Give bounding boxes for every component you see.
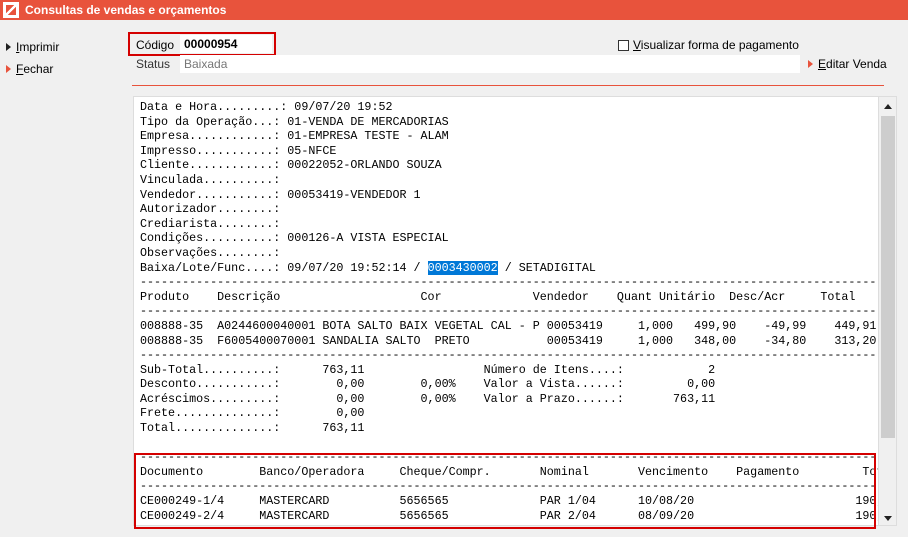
report-line: Data e Hora.........: 09/07/20 19:52 [140,100,393,114]
report-text: Data e Hora.........: 09/07/20 19:52 Tipo… [134,97,896,523]
dash-separator: ----------------------------------------… [140,450,896,465]
close-button[interactable]: Fechar [6,62,53,76]
report-line: Impresso...........: 05-NFCE [140,143,337,158]
status-label: Status [136,57,171,71]
report-line: Empresa............: 01-EMPRESA TESTE - … [140,129,449,144]
report-line: Autorizador........: [140,202,288,217]
dash-separator: ----------------------------------------… [140,275,896,290]
report-line: Vinculada..........: [140,172,288,187]
report-line: Observações........: [140,245,288,260]
report-line: Condições..........: 000126-A VISTA ESPE… [140,231,449,246]
print-button[interactable]: Imprimir [6,40,59,54]
payment-form-label: Visualizar forma de pagamento [633,38,799,52]
dash-separator: ----------------------------------------… [140,348,896,363]
print-label: Imprimir [16,40,60,54]
chevron-up-icon [884,103,892,109]
arrow-right-icon [6,65,11,73]
totals-row: Desconto...........: 0,00 0,00% Valor a … [140,377,716,392]
scroll-up-button[interactable] [880,98,896,114]
totals-row: Sub-Total..........: 763,11 Número de It… [140,362,716,377]
code-field[interactable]: 00000954 [180,35,272,53]
report-line: Crediarista........: [140,216,288,231]
product-row: 008888-35 F6005400070001 SANDALIA SALTO … [140,333,877,348]
checkbox-icon[interactable] [618,39,629,51]
dash-separator: ----------------------------------------… [140,479,896,494]
arrow-right-icon [808,60,813,68]
product-row: 008888-35 A0244600040001 BOTA SALTO BAIX… [140,318,877,333]
report-line-baixa: Baixa/Lote/Func....: 09/07/20 19:52:14 /… [140,260,596,275]
payments-header: Documento Banco/Operadora Cheque/Compr. … [140,464,897,479]
code-label: Código [136,38,175,52]
window-title: Consultas de vendas e orçamentos [25,3,227,17]
separator [132,85,884,86]
totals-row: Acréscimos.........: 0,00 0,00% Valor a … [140,391,716,406]
totals-row: Frete..............: 0,00 [140,406,365,421]
payment-form-checkbox[interactable]: Visualizar forma de pagamento [618,38,799,52]
payment-row: CE000249-2/4 MASTERCARD 5656565 PAR 2/04… [140,508,897,523]
edit-sale-label: Editar Venda [818,57,887,71]
vertical-scrollbar[interactable] [878,97,896,525]
title-bar: Consultas de vendas e orçamentos [0,0,908,20]
selected-text[interactable]: 0003430002 [427,260,498,275]
report-line: Tipo da Operação...: 01-VENDA DE MERCADO… [140,114,449,129]
report-line: Vendedor...........: 00053419-VENDEDOR 1 [140,187,421,202]
payment-row: CE000249-1/4 MASTERCARD 5656565 PAR 1/04… [140,494,897,509]
main-panel: Código 00000954 Visualizar forma de paga… [116,20,908,537]
chevron-down-icon [884,515,892,521]
totals-row: Total..............: 763,11 [140,421,365,436]
close-label: Fechar [16,62,54,76]
arrow-right-icon [6,43,11,51]
dash-separator: ----------------------------------------… [140,304,896,319]
sidebar: Imprimir Fechar [0,20,116,537]
edit-sale-button[interactable]: Editar Venda [808,57,887,71]
sale-report-viewer[interactable]: Data e Hora.........: 09/07/20 19:52 Tipo… [133,96,897,526]
scroll-thumb[interactable] [881,116,895,438]
report-line: Cliente............: 00022052-ORLANDO SO… [140,158,442,173]
products-header: Produto Descrição Cor Vendedor Quant Uni… [140,289,856,304]
status-field: Baixada [180,55,800,73]
app-logo-icon [3,2,19,18]
scroll-down-button[interactable] [880,510,896,525]
